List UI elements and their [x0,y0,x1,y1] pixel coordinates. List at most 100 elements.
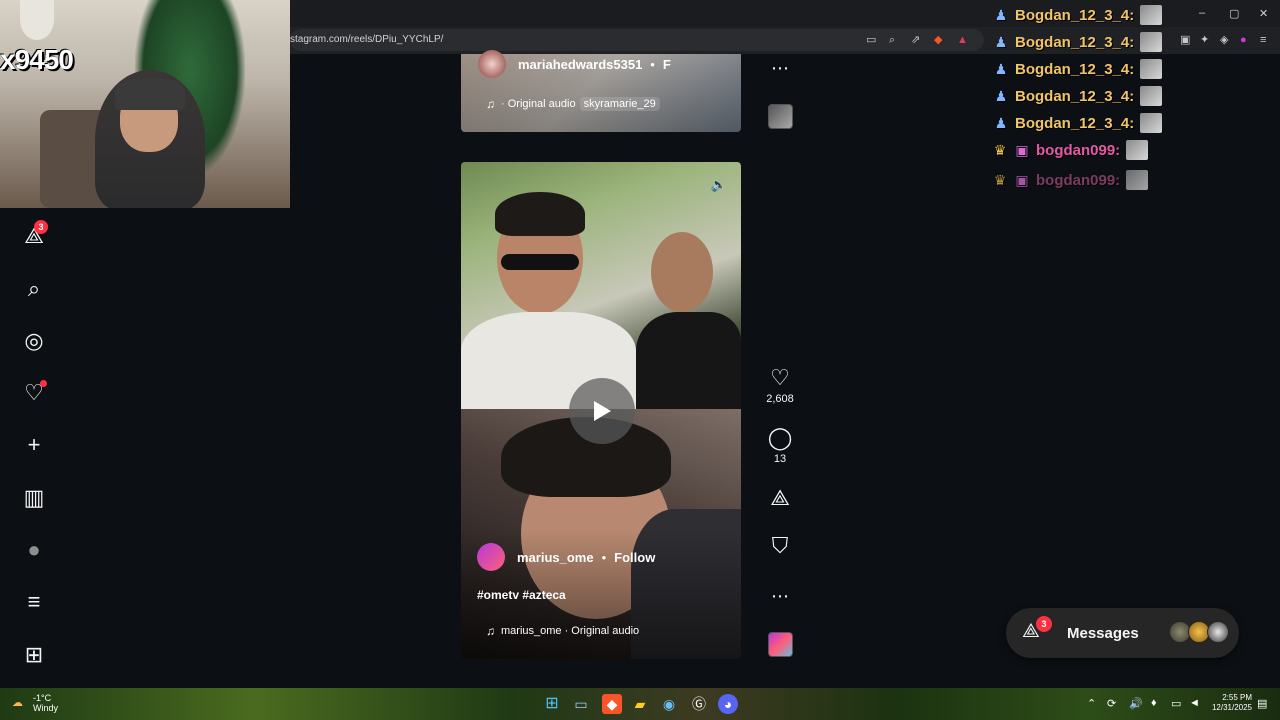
reel-audio[interactable]: ♫ marius_ome · Original audio [486,624,639,638]
sidebar-item-profile[interactable]: ● [20,536,48,564]
heart-icon: ♡ [770,365,790,390]
person-hair-shape [495,192,585,236]
like-button[interactable]: ♡ 2,608 [766,365,794,406]
sidebar-item-search[interactable]: ⌕ [20,275,48,303]
sidebar-toggle-icon[interactable]: ▣ [1180,33,1190,47]
reel-follow-button[interactable]: Follow [614,550,655,565]
chat-message: ♛ ▣ bogdan099: [992,170,1149,190]
app-icon[interactable]: Ⓖ [689,694,709,714]
reel-current[interactable]: 🔈 [461,162,741,659]
separator-dot: • [650,56,655,72]
chat-username[interactable]: Bogdan_12_3_4: [1015,115,1134,132]
reel-video-top-half: 🔈 [461,162,741,409]
discord-icon[interactable]: ◕ [718,694,738,714]
chat-message: ♟ Bogdan_12_3_4: [993,59,1163,79]
play-icon [594,401,611,421]
chat-username[interactable]: bogdan099: [1036,142,1120,159]
microphone-icon[interactable]: ♦ [1151,697,1157,709]
webcam-overlay: x9450 [0,0,290,208]
chat-username[interactable]: Bogdan_12_3_4: [1015,34,1134,51]
plus-icon: + [27,432,41,457]
more-dots-icon: ⋯ [771,586,789,606]
search-icon: ⌕ [27,276,41,301]
gift-badge-icon: ▣ [1015,172,1029,188]
address-bar-url[interactable]: stagram.com/reels/DPiu_YYChLP/ [290,34,443,45]
sidebar-item-apps[interactable]: ⊞ [20,641,48,669]
zoom-icon[interactable]: ⌕ [889,33,895,47]
reel-previous-audio-label: · Original audio [501,98,576,110]
reel-caption[interactable]: #ometv #azteca [477,588,566,602]
volume-icon[interactable]: 🔊 [1129,697,1143,710]
reel-author-row: marius_ome • Follow [477,543,655,571]
sync-icon[interactable]: ⟳ [1107,697,1116,710]
reel-previous-follow-button[interactable]: F [663,57,671,72]
chat-message: ♛ ▣ bogdan099: [992,140,1149,160]
chart-icon: ▥ [23,485,45,510]
minimize-button[interactable]: – [1199,7,1205,19]
reel-previous-audio[interactable]: ♫ · Original audio skyramarie_29 [486,97,660,111]
sidebar-item-notifications[interactable]: ♡ [20,379,48,407]
network-icon[interactable]: ▭ [1171,697,1181,710]
cast-icon[interactable]: ▭ [866,33,876,47]
weather-temp: -1°C [33,693,52,703]
share-icon[interactable]: ⇗ [911,33,920,47]
chat-emote [1140,32,1163,52]
chat-username[interactable]: Bogdan_12_3_4: [1015,88,1134,105]
browser-menu-icon[interactable]: ≡ [1260,33,1266,47]
tray-overflow-icon[interactable]: ⌃ [1087,697,1096,710]
comment-icon: ◯ [767,425,793,450]
weather-widget[interactable]: -1°C Windy [33,693,58,713]
steam-icon[interactable]: ◉ [659,694,679,714]
extensions-icon[interactable]: ✦ [1200,33,1209,47]
brave-shield-icon[interactable]: ◆ [934,33,942,47]
brave-browser-icon[interactable]: ◆ [602,694,622,714]
lamp-shape [20,0,54,40]
sidebar-item-messages[interactable]: ⟁ 3 [20,220,48,250]
messages-badge: 3 [34,220,48,234]
speaker-icon[interactable]: 🔈 [711,177,727,193]
taskbar-clock[interactable]: 2:55 PM 12/31/2025 [1208,693,1252,713]
reel-author-avatar[interactable] [477,543,505,571]
reel-previous-audio-thumbnail[interactable] [768,104,793,129]
sidebar-item-create[interactable]: + [20,431,48,459]
reel-previous-more-button[interactable]: ⋯ [766,56,794,80]
reel-previous-author[interactable]: mariahedwards5351 [518,57,642,72]
sidebar-item-dashboard[interactable]: ▥ [20,484,48,512]
chat-emote [1126,170,1149,190]
chat-emote [1140,59,1163,79]
chat-username[interactable]: Bogdan_12_3_4: [1015,61,1134,78]
notification-center-icon[interactable]: ▤ [1257,697,1267,710]
chat-message: ♟ Bogdan_12_3_4: [993,32,1163,52]
windows-start-icon[interactable]: ⊞ [542,694,562,714]
messages-panel-button[interactable]: ⟁ 3 Messages [1006,608,1239,658]
reel-audio-thumbnail[interactable] [768,632,793,657]
save-button[interactable]: ⛉ [766,534,794,558]
sidebar-item-explore[interactable]: ◎ [20,327,48,355]
speaker-icon[interactable]: ◄ [1189,697,1200,709]
vpn-icon[interactable]: ◈ [1220,33,1228,47]
music-note-icon: ♫ [486,97,495,111]
folder-icon[interactable]: ▰ [630,694,650,714]
wallet-icon[interactable]: ● [1240,33,1247,47]
sidebar-item-more[interactable]: ≡ [20,588,48,616]
chat-emote [1126,140,1149,160]
search-icon[interactable]: ▭ [571,694,591,714]
close-window-button[interactable]: ✕ [1259,7,1268,20]
share-button[interactable]: ⟁ [766,486,794,510]
maximize-button[interactable]: ▢ [1229,7,1239,20]
sunglasses-shape [501,254,579,270]
chat-username[interactable]: Bogdan_12_3_4: [1015,7,1134,24]
music-note-icon: ♫ [486,624,495,638]
reel-previous-avatar[interactable] [478,50,506,78]
reel-author-name[interactable]: marius_ome [517,550,594,565]
crown-badge-icon: ♛ [993,172,1007,188]
play-button[interactable] [569,378,635,444]
weather-icon[interactable]: ☁ [12,696,23,709]
moderator-badge-icon: ♟ [994,115,1008,131]
webcam-overlay-text: x9450 [0,44,74,75]
chat-username[interactable]: bogdan099: [1036,172,1120,189]
more-button[interactable]: ⋯ [766,584,794,608]
person-face-shape [651,232,713,312]
brave-rewards-icon[interactable]: ▲ [957,33,968,47]
comment-button[interactable]: ◯ 13 [766,425,794,466]
